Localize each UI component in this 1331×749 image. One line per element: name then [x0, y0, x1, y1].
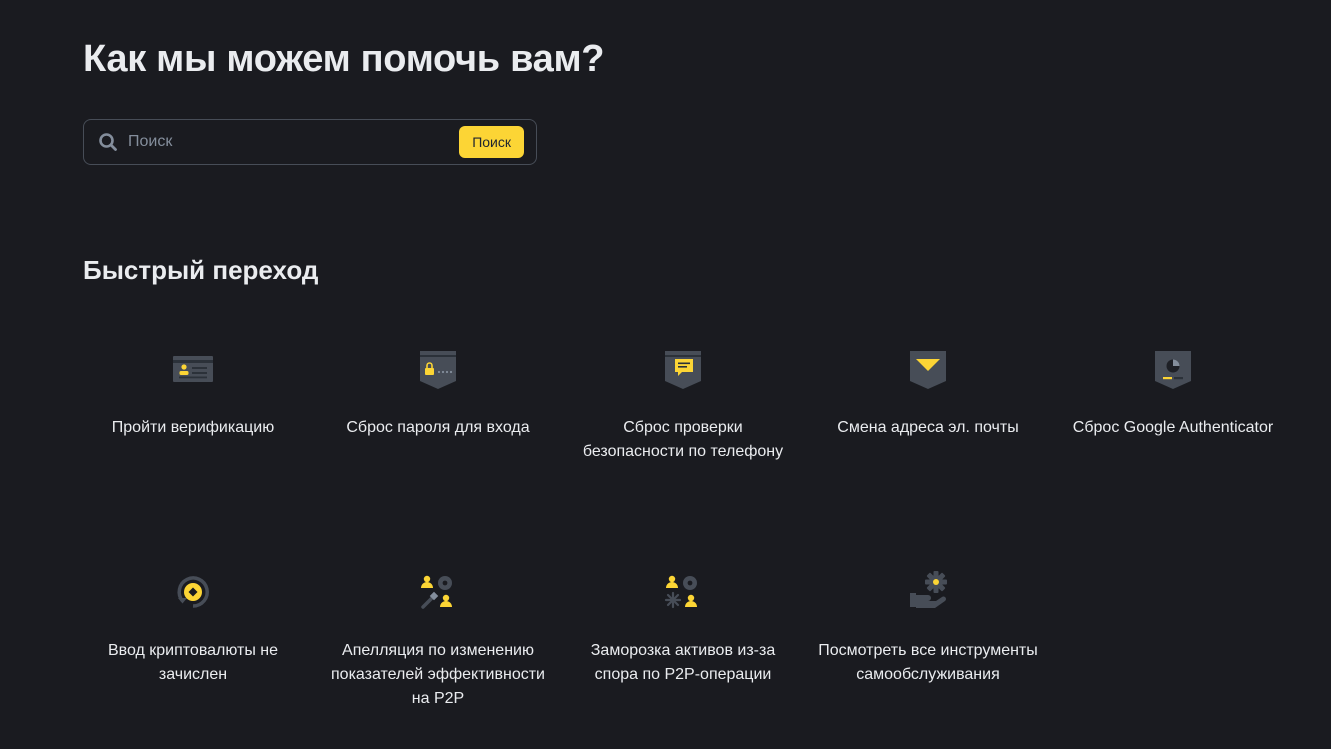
quick-link-email-change[interactable]: Смена адреса эл. почты	[813, 345, 1043, 440]
search-input[interactable]	[128, 133, 460, 151]
p2p-appeal-icon	[414, 568, 462, 616]
quick-link-password-reset[interactable]: Сброс пароля для входа	[323, 345, 553, 440]
quick-link-label: Сброс проверки безопасности по телефону	[582, 419, 784, 460]
email-envelope-icon	[904, 345, 952, 393]
page-title: Как мы можем помочь вам?	[83, 38, 605, 80]
quick-link-label: Пройти верификацию	[111, 419, 275, 436]
quick-link-phone-reset[interactable]: Сброс проверки безопасности по телефону	[568, 345, 798, 464]
phone-message-icon	[659, 345, 707, 393]
asset-freeze-icon	[659, 568, 707, 616]
search-bar[interactable]: Поиск	[83, 119, 537, 165]
self-service-icon	[904, 568, 952, 616]
section-title-quick-access: Быстрый переход	[83, 255, 319, 285]
quick-link-google-authenticator[interactable]: Сброс Google Authenticator	[1058, 345, 1288, 440]
search-button[interactable]: Поиск	[459, 126, 524, 158]
quick-link-label: Сброс пароля для входа	[346, 419, 530, 436]
quick-link-label: Заморозка активов из-за спора по P2P-опе…	[590, 642, 776, 683]
quick-link-label: Ввод криптовалюты не зачислен	[107, 642, 279, 683]
quick-link-crypto-deposit[interactable]: Ввод криптовалюты не зачислен	[78, 568, 308, 687]
id-card-icon	[169, 345, 217, 393]
quick-link-label: Смена адреса эл. почты	[837, 419, 1019, 436]
help-center-page: Как мы можем помочь вам? Поиск Быстрый п…	[0, 0, 1331, 749]
quick-link-self-service-tools[interactable]: Посмотреть все инструменты самообслужива…	[813, 568, 1043, 687]
quick-link-label: Апелляция по изменению показателей эффек…	[331, 642, 545, 707]
search-icon	[98, 132, 118, 152]
password-lock-icon	[414, 345, 462, 393]
quick-link-label: Посмотреть все инструменты самообслужива…	[818, 642, 1038, 683]
quick-link-asset-freeze[interactable]: Заморозка активов из-за спора по P2P-опе…	[568, 568, 798, 687]
authenticator-icon	[1149, 345, 1197, 393]
quick-link-p2p-appeal[interactable]: Апелляция по изменению показателей эффек…	[323, 568, 553, 711]
quick-link-verification[interactable]: Пройти верификацию	[78, 345, 308, 440]
quick-link-label: Сброс Google Authenticator	[1072, 419, 1274, 436]
crypto-deposit-icon	[169, 568, 217, 616]
